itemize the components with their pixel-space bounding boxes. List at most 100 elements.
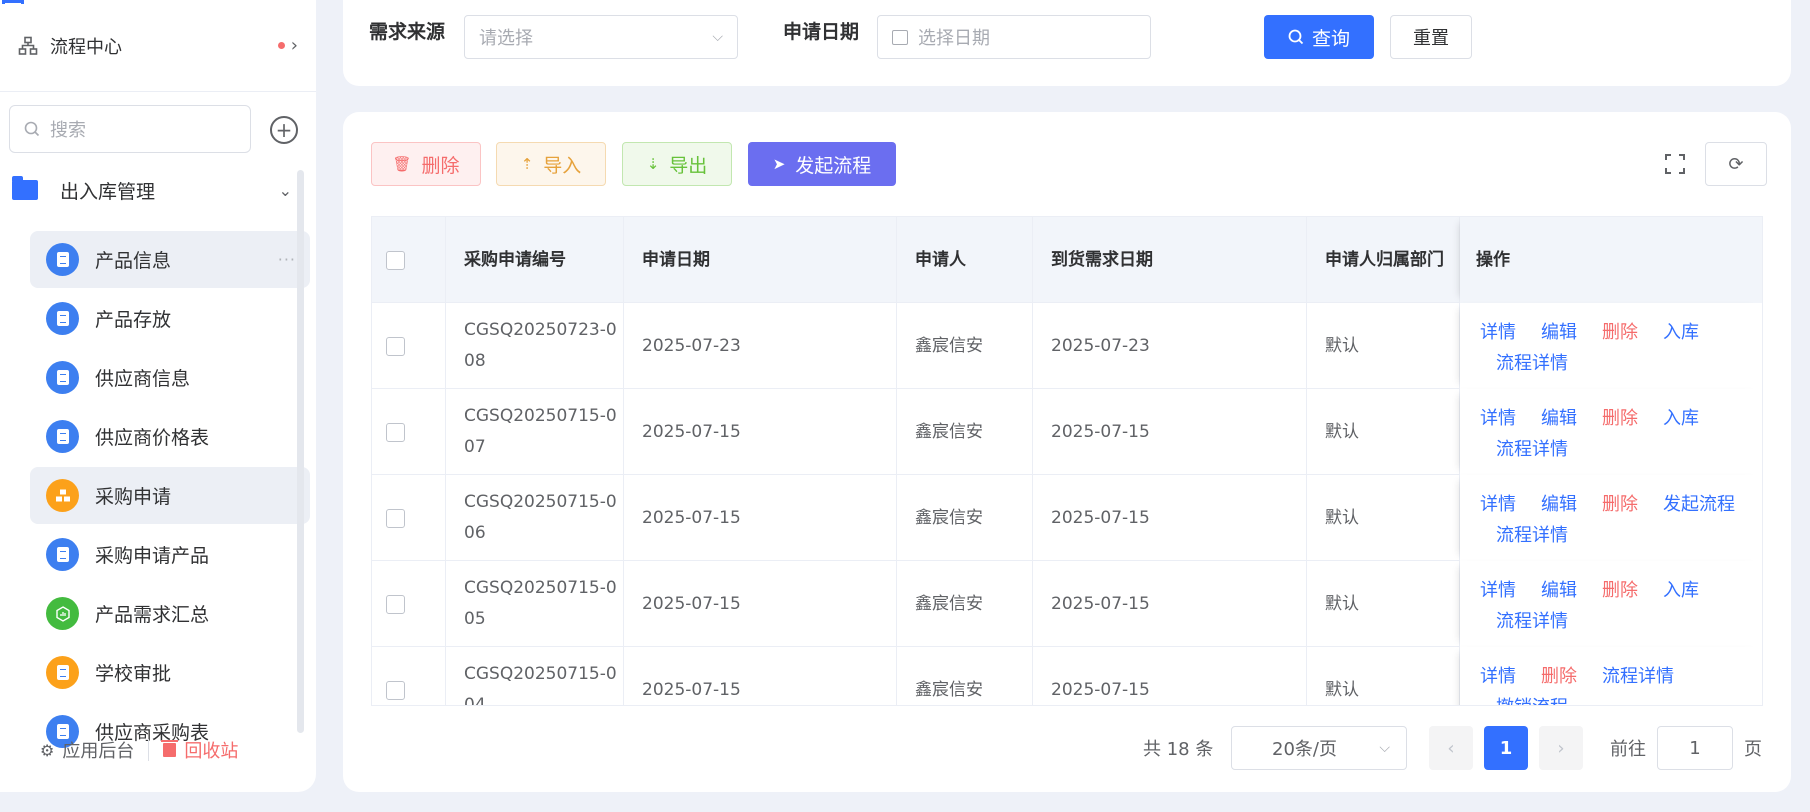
row-checkbox[interactable] bbox=[386, 508, 405, 528]
col-header[interactable]: 申请日期 bbox=[624, 217, 897, 303]
delete-link[interactable]: 删除 bbox=[1602, 580, 1638, 601]
fullscreen-icon[interactable] bbox=[1665, 154, 1685, 174]
page-size-select[interactable]: 20条/页 ⌵ bbox=[1231, 726, 1407, 770]
delete-link[interactable]: 删除 bbox=[1602, 408, 1638, 429]
col-header[interactable]: 采购申请编号 bbox=[446, 217, 624, 303]
stock-in-link[interactable]: 入库 bbox=[1663, 408, 1699, 429]
sidebar-item-demand-summary[interactable]: 产品需求汇总 bbox=[30, 585, 310, 642]
sidebar-item-label: 供应商信息 bbox=[95, 368, 191, 390]
code-line: 05 bbox=[464, 609, 486, 629]
next-page-button[interactable]: › bbox=[1539, 726, 1583, 770]
sidebar-search-input[interactable]: 搜索 bbox=[9, 105, 251, 153]
search-placeholder: 搜索 bbox=[50, 120, 86, 141]
sidebar-scrollbar[interactable] bbox=[297, 170, 304, 733]
flow-detail-link[interactable]: 流程详情 bbox=[1480, 606, 1762, 637]
edit-link[interactable]: 编辑 bbox=[1541, 580, 1577, 601]
goto-label: 前往 bbox=[1610, 739, 1646, 760]
query-label: 查询 bbox=[1311, 27, 1350, 50]
filter-panel: 需求来源 请选择 ⌵ 申请日期 选择日期 查询 重置 bbox=[343, 0, 1791, 86]
detail-link[interactable]: 详情 bbox=[1480, 494, 1516, 515]
sidebar-item-product-info[interactable]: 产品信息 ··· bbox=[30, 231, 310, 288]
code-cell: CGSQ20250715-0 07 bbox=[446, 389, 624, 475]
revoke-flow-link[interactable]: 撤销流程 bbox=[1480, 692, 1762, 705]
chevron-down-icon: ⌵ bbox=[712, 29, 723, 45]
sidebar-item-purchase-request-products[interactable]: 采购申请产品 bbox=[30, 526, 310, 583]
col-header[interactable]: 申请人 bbox=[897, 217, 1033, 303]
chevron-right-icon: › bbox=[290, 35, 298, 56]
query-button[interactable]: 查询 bbox=[1264, 15, 1374, 59]
start-flow-button[interactable]: ➤ 发起流程 bbox=[748, 142, 896, 186]
row-checkbox[interactable] bbox=[386, 594, 405, 614]
download-icon: ⇣ bbox=[646, 155, 660, 173]
form-icon bbox=[46, 361, 79, 394]
code-line: CGSQ20250715-0 bbox=[464, 578, 617, 598]
stock-in-link[interactable]: 入库 bbox=[1663, 580, 1699, 601]
page-number-current[interactable]: 1 bbox=[1484, 726, 1528, 770]
edit-link[interactable]: 编辑 bbox=[1541, 322, 1577, 343]
org-chart-icon bbox=[18, 36, 38, 55]
code-cell: CGSQ20250723-0 08 bbox=[446, 303, 624, 389]
row-checkbox-cell bbox=[372, 389, 446, 475]
row-checkbox[interactable] bbox=[386, 336, 405, 356]
folder-inout-management[interactable]: 出入库管理 ⌄ bbox=[0, 160, 316, 220]
sidebar-item-school-approval[interactable]: 学校审批 bbox=[30, 644, 310, 701]
table-row: CGSQ20250715-0 07 2025-07-15 鑫宸信安 2025-07… bbox=[372, 389, 1762, 475]
prev-page-button[interactable]: ‹ bbox=[1429, 726, 1473, 770]
stock-in-link[interactable]: 入库 bbox=[1663, 322, 1699, 343]
table-row: CGSQ20250715-0 05 2025-07-15 鑫宸信安 2025-07… bbox=[372, 561, 1762, 647]
delete-button[interactable]: 🗑 删除 bbox=[371, 142, 481, 186]
select-all-checkbox[interactable] bbox=[386, 250, 405, 270]
start-flow-link[interactable]: 发起流程 bbox=[1663, 494, 1735, 515]
date-cell: 2025-07-23 bbox=[624, 303, 897, 389]
sidebar-item-supplier-price[interactable]: 供应商价格表 bbox=[30, 408, 310, 465]
sidebar-item-purchase-request[interactable]: 采购申请 bbox=[30, 467, 310, 524]
reset-button[interactable]: 重置 bbox=[1390, 15, 1472, 59]
goto-page-input[interactable]: 1 bbox=[1657, 726, 1733, 770]
applicant-cell: 鑫宸信安 bbox=[897, 389, 1033, 475]
date-cell: 2025-07-15 bbox=[624, 475, 897, 561]
col-header[interactable]: 到货需求日期 bbox=[1033, 217, 1307, 303]
flow-center-item[interactable]: 流程中心 › bbox=[0, 0, 316, 92]
detail-link[interactable]: 详情 bbox=[1480, 322, 1516, 343]
search-icon bbox=[24, 121, 40, 137]
code-cell: CGSQ20250715-0 05 bbox=[446, 561, 624, 647]
due-date-cell: 2025-07-23 bbox=[1033, 303, 1307, 389]
ops-cell: 详情 删除 流程详情撤销流程 bbox=[1460, 647, 1762, 705]
trash-icon bbox=[161, 740, 179, 757]
delete-link[interactable]: 删除 bbox=[1602, 322, 1638, 343]
export-button[interactable]: ⇣ 导出 bbox=[622, 142, 732, 186]
recycle-bin-link[interactable]: 回收站 bbox=[161, 737, 238, 763]
code-line: 06 bbox=[464, 523, 486, 543]
col-header[interactable]: 申请人归属部门 bbox=[1307, 217, 1460, 303]
flow-detail-link[interactable]: 流程详情 bbox=[1480, 520, 1762, 551]
edit-link[interactable]: 编辑 bbox=[1541, 408, 1577, 429]
delete-link[interactable]: 删除 bbox=[1602, 494, 1638, 515]
flow-detail-link[interactable]: 流程详情 bbox=[1602, 666, 1674, 687]
delete-link[interactable]: 删除 bbox=[1541, 666, 1577, 687]
detail-link[interactable]: 详情 bbox=[1480, 666, 1516, 687]
folder-icon bbox=[12, 176, 38, 200]
refresh-button[interactable]: ⟳ bbox=[1705, 142, 1767, 186]
sidebar-item-supplier-info[interactable]: 供应商信息 bbox=[30, 349, 310, 406]
code-line: CGSQ20250715-0 bbox=[464, 664, 617, 684]
edit-link[interactable]: 编辑 bbox=[1541, 494, 1577, 515]
more-icon[interactable]: ··· bbox=[278, 250, 296, 269]
code-line: 08 bbox=[464, 351, 486, 371]
flow-detail-link[interactable]: 流程详情 bbox=[1480, 434, 1762, 465]
source-select[interactable]: 请选择 ⌵ bbox=[464, 15, 738, 59]
import-button[interactable]: ⇡ 导入 bbox=[496, 142, 606, 186]
flow-detail-link[interactable]: 流程详情 bbox=[1480, 348, 1762, 379]
detail-link[interactable]: 详情 bbox=[1480, 408, 1516, 429]
footer-divider bbox=[148, 739, 150, 761]
code-line: CGSQ20250715-0 bbox=[464, 492, 617, 512]
sidebar-item-product-storage[interactable]: 产品存放 bbox=[30, 290, 310, 347]
detail-link[interactable]: 详情 bbox=[1480, 580, 1516, 601]
admin-link[interactable]: ⚙ 应用后台 bbox=[40, 737, 134, 763]
row-checkbox[interactable] bbox=[386, 680, 405, 700]
add-icon[interactable]: + bbox=[270, 116, 298, 144]
calendar-icon bbox=[892, 29, 908, 45]
date-picker[interactable]: 选择日期 bbox=[877, 15, 1151, 59]
page-suffix: 页 bbox=[1744, 739, 1762, 760]
row-checkbox[interactable] bbox=[386, 422, 405, 442]
table-row: CGSQ20250715-0 04 2025-07-15 鑫宸信安 2025-07… bbox=[372, 647, 1762, 705]
